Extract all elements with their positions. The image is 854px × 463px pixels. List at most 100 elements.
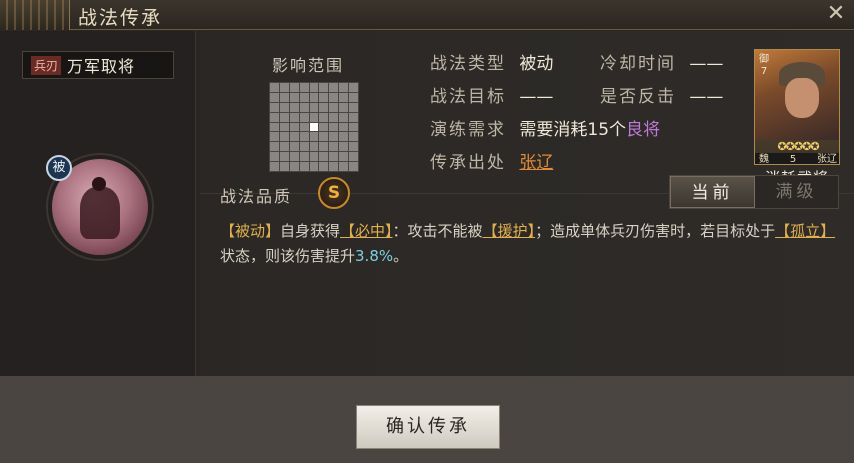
range-cell <box>319 162 329 171</box>
target-label: 战法目标 <box>430 87 506 107</box>
range-cell <box>270 112 279 122</box>
range-cell <box>299 122 309 132</box>
cooldown-label: 冷却时间 <box>600 54 676 74</box>
range-cell <box>289 83 299 92</box>
range-cell <box>339 112 349 122</box>
range-cell <box>270 162 279 171</box>
range-cell <box>339 152 349 162</box>
range-cell <box>270 83 279 92</box>
range-cell <box>329 162 339 171</box>
skill-category-badge: 兵刃 <box>31 55 62 75</box>
range-cell <box>319 92 329 102</box>
info-cooldown-row: 冷却时间 —— <box>600 49 723 74</box>
range-cell <box>270 132 279 142</box>
desc-text: 状态，则该伤害提升 <box>220 247 356 265</box>
range-cell <box>339 102 349 112</box>
range-cell <box>289 102 299 112</box>
range-cell <box>339 122 349 132</box>
range-cell <box>289 142 299 152</box>
range-cell <box>329 152 339 162</box>
range-cell <box>279 122 289 132</box>
range-cell <box>279 142 289 152</box>
range-cell <box>279 112 289 122</box>
window-title: 战法传承 <box>78 7 163 29</box>
range-cell <box>270 142 279 152</box>
target-value: —— <box>519 87 554 107</box>
skill-column: 兵刃 万军取将 被 <box>0 31 196 376</box>
range-cell <box>349 162 358 171</box>
desc-keyword-guli[interactable]: 【孤立】 <box>775 222 835 240</box>
range-cell <box>299 152 309 162</box>
range-cell <box>279 152 289 162</box>
range-cell <box>299 102 309 112</box>
range-cell <box>319 122 329 132</box>
range-cell <box>319 112 329 122</box>
type-value: 被动 <box>519 54 554 74</box>
range-cell <box>349 142 358 152</box>
range-label: 影响范围 <box>272 56 345 75</box>
range-cell <box>299 142 309 152</box>
skill-name: 万军取将 <box>67 57 136 76</box>
range-cell <box>339 83 349 92</box>
range-cell <box>309 162 319 171</box>
range-cell <box>309 83 319 92</box>
range-cell <box>349 102 358 112</box>
rider-figure <box>80 187 120 239</box>
practice-prefix: 需要消耗 <box>519 120 588 140</box>
general-card[interactable]: 御7 ✪✪✪✪✪ 魏 5 张辽 <box>754 49 840 165</box>
general-name: 张辽 <box>817 154 837 165</box>
range-cell <box>309 102 319 112</box>
desc-keyword-yuanhu[interactable]: 【援护】 <box>483 222 536 240</box>
range-cell <box>329 83 339 92</box>
range-cell <box>329 142 339 152</box>
source-general-link[interactable]: 张辽 <box>519 153 553 173</box>
faction-label: 魏 <box>759 154 769 165</box>
card-side-text: 御7 <box>759 54 769 77</box>
cost-label: 5 <box>789 154 797 165</box>
range-cell <box>349 132 358 142</box>
range-cell <box>309 92 319 102</box>
range-cell <box>270 92 279 102</box>
skill-name-tag: 兵刃 万军取将 <box>22 51 174 79</box>
range-cell <box>349 92 358 102</box>
range-cell <box>289 122 299 132</box>
desc-keyword-bizhong[interactable]: 【必中】 <box>340 222 393 240</box>
info-type-row: 战法类型 被动 <box>430 49 553 74</box>
confirm-inherit-button[interactable]: 确认传承 <box>356 405 500 449</box>
desc-percent-value: 3.8% <box>355 247 394 265</box>
info-target-row: 战法目标 —— <box>430 82 553 107</box>
quality-label: 战法品质 <box>220 187 293 206</box>
range-cell <box>279 102 289 112</box>
range-grid <box>269 82 359 172</box>
range-cell <box>339 162 349 171</box>
range-cell <box>279 83 289 92</box>
range-cell-self <box>309 122 319 132</box>
range-cell <box>349 112 358 122</box>
counter-value: —— <box>689 87 724 107</box>
practice-label: 演练需求 <box>430 120 506 140</box>
close-icon[interactable]: ✕ <box>824 2 848 26</box>
range-cell <box>319 142 329 152</box>
range-cell <box>339 132 349 142</box>
practice-item: 良将 <box>626 120 661 140</box>
range-cell <box>289 112 299 122</box>
skill-description: 【被动】自身获得【必中】：攻击不能被【援护】；造成单体兵刃伤害时，若目标处于【孤… <box>220 219 840 269</box>
range-cell <box>299 83 309 92</box>
range-cell <box>270 122 279 132</box>
range-cell <box>270 152 279 162</box>
range-cell <box>339 142 349 152</box>
tab-current[interactable]: 当前 <box>670 176 755 208</box>
range-cell <box>319 83 329 92</box>
range-cell <box>309 142 319 152</box>
cooldown-value: —— <box>689 54 724 74</box>
tab-max-level[interactable]: 满级 <box>755 176 838 208</box>
range-cell <box>349 122 358 132</box>
range-cell <box>329 122 339 132</box>
level-tabs: 当前 满级 <box>669 175 839 209</box>
range-cell <box>309 112 319 122</box>
title-bar: 战法传承 ✕ <box>0 0 854 30</box>
range-cell <box>329 112 339 122</box>
range-cell <box>329 92 339 102</box>
range-cell <box>299 92 309 102</box>
range-cell <box>299 162 309 171</box>
